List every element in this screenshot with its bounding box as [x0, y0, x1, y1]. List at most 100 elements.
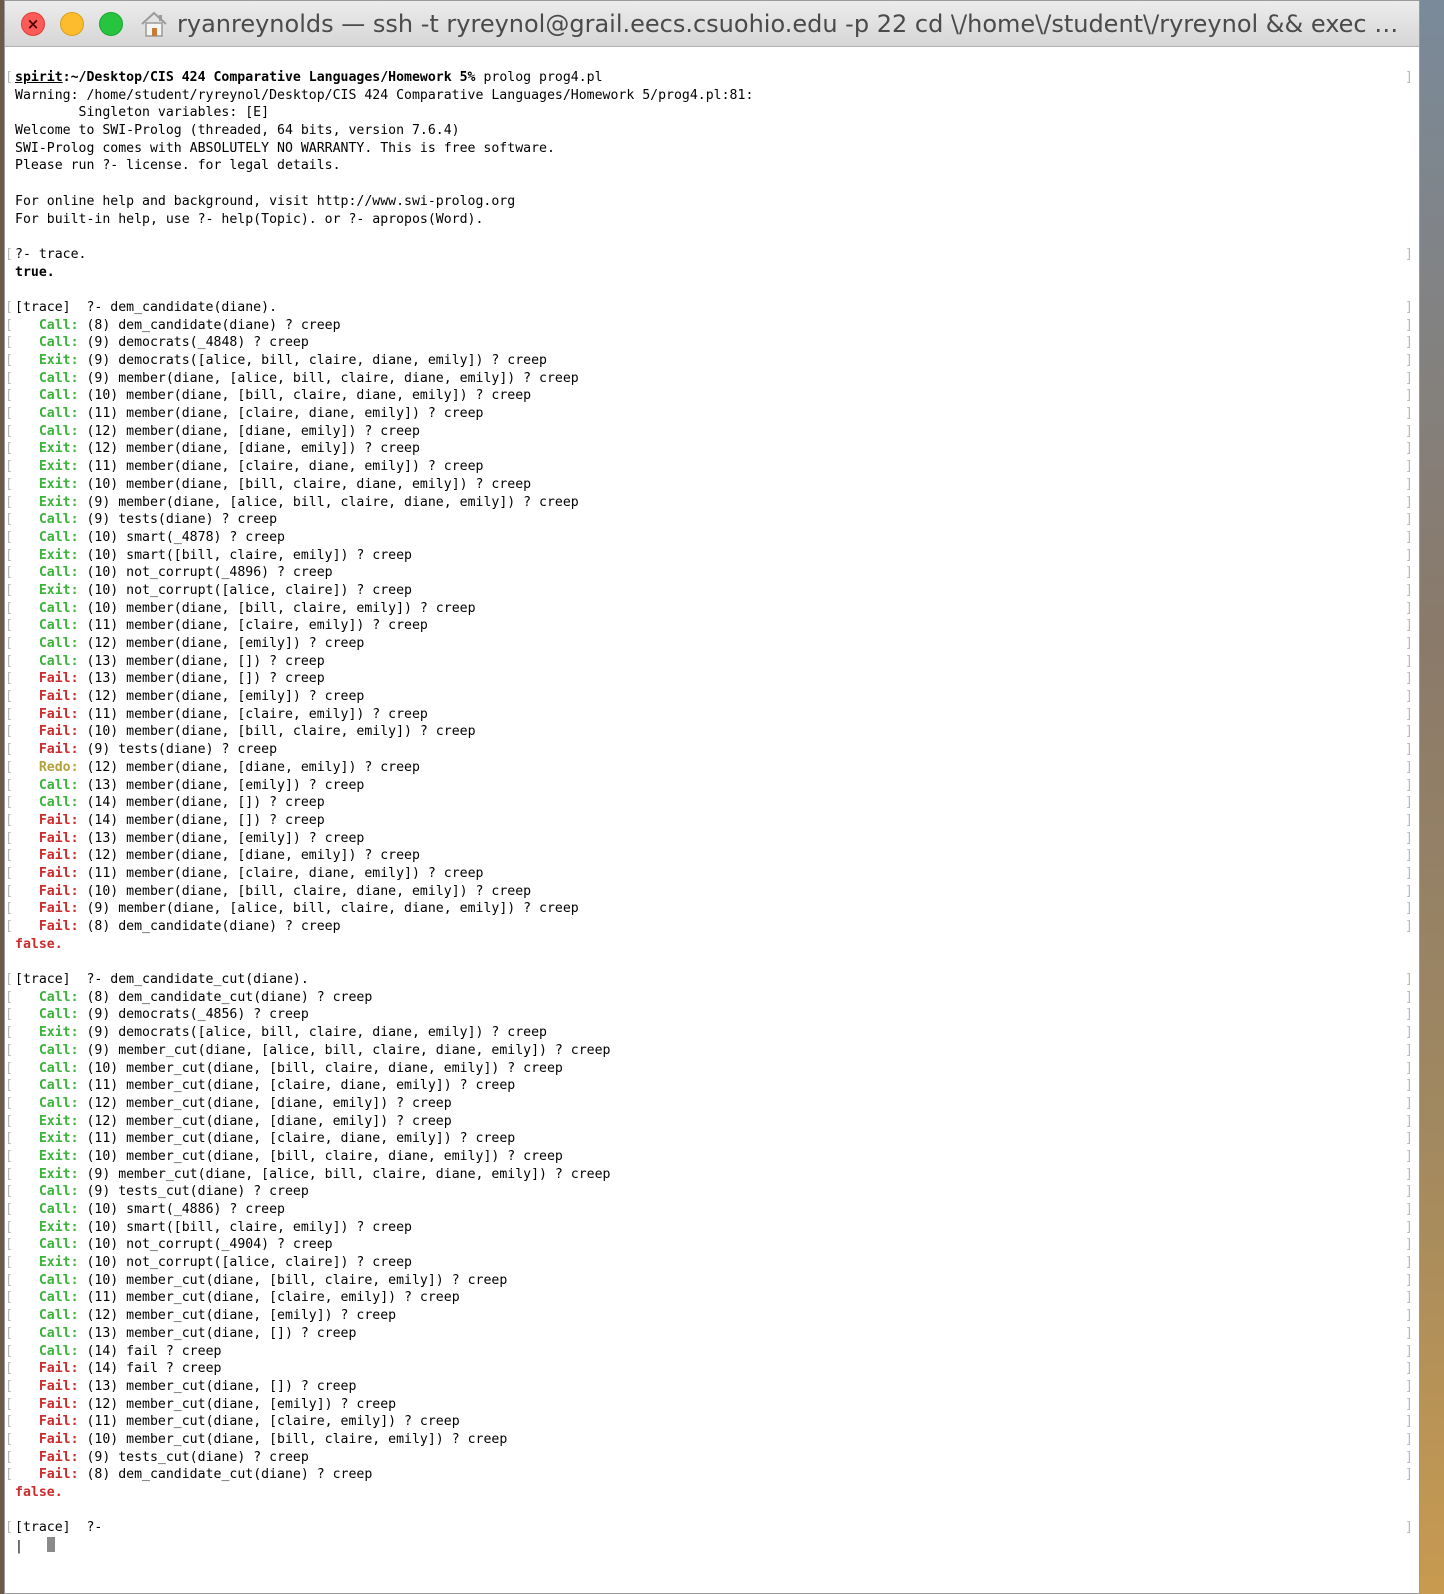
trace-port-call: Call:: [38, 1078, 79, 1094]
line-content: Fail: (12) member(diane, [emily]) ? cree…: [15, 688, 365, 706]
trace-goal: (10) not_corrupt(_4896) ? creep: [78, 565, 333, 581]
trace-port-exit: Exit:: [38, 1219, 79, 1235]
line-marker-left: [: [5, 1131, 13, 1147]
trace-goal: (10) smart(_4878) ? creep: [78, 529, 285, 545]
trace-port-fail: Fail:: [38, 1361, 79, 1377]
trace-port-call: Call:: [38, 653, 79, 669]
trace-goal: (13) member_cut(diane, []) ? creep: [78, 1378, 357, 1394]
line-marker-right: ]: [1405, 1396, 1413, 1412]
trace-port-call: Call:: [38, 1237, 79, 1253]
trace-port-exit: Exit:: [38, 459, 79, 475]
title-bar[interactable]: × ryanreynolds — ssh -t ryreynol@grail.e…: [5, 1, 1419, 47]
terminal-line: [] Call: (10) member(diane, [bill, clair…: [5, 600, 1419, 618]
line-marker-left: [: [5, 901, 13, 917]
terminal-line: [] Fail: (14) fail ? creep: [5, 1360, 1419, 1378]
line-text: Warning: /home/student/ryreynol/Desktop/…: [15, 87, 754, 103]
terminal-line: [] Call: (9) democrats(_4848) ? creep: [5, 334, 1419, 352]
trace-goal: (9) tests_cut(diane) ? creep: [78, 1184, 309, 1200]
trace-goal: (10) member_cut(diane, [bill, claire, di…: [78, 1060, 563, 1076]
line-content: Please run ?- license. for legal details…: [15, 157, 341, 175]
line-content: For built-in help, use ?- help(Topic). o…: [15, 211, 483, 229]
trace-port-call: Call:: [38, 1095, 79, 1111]
line-marker-right: ]: [1405, 1449, 1413, 1465]
line-marker-right: ]: [1405, 1325, 1413, 1341]
terminal-line: [] Call: (9) tests_cut(diane) ? creep: [5, 1183, 1419, 1201]
terminal-line: [] Call: (14) member(diane, []) ? creep: [5, 794, 1419, 812]
terminal-line: [] Call: (9) democrats(_4856) ? creep: [5, 1006, 1419, 1024]
line-marker-right: ]: [1405, 600, 1413, 616]
trace-port-exit: Exit:: [38, 582, 79, 598]
line-marker-right: ]: [1405, 529, 1413, 545]
terminal-line: [] Exit: (10) smart([bill, claire, emily…: [5, 547, 1419, 565]
line-marker-left: [: [5, 795, 13, 811]
terminal-line: [] Fail: (11) member(diane, [claire, dia…: [5, 865, 1419, 883]
line-content: Singleton variables: [E]: [15, 104, 270, 122]
line-marker-left: [: [5, 1202, 13, 1217]
zoom-button[interactable]: [99, 12, 123, 36]
terminal-line: [] Exit: (10) not_corrupt([alice, claire…: [5, 1254, 1419, 1272]
line-marker-right: ]: [1405, 671, 1413, 687]
terminal-line: false.: [5, 936, 1419, 954]
terminal-line: [] Call: (11) member(diane, [claire, dia…: [5, 405, 1419, 423]
line-content: [trace] ?-: [15, 1519, 102, 1537]
line-marker-left: [: [5, 724, 13, 740]
line-content: Call: (9) member_cut(diane, [alice, bill…: [15, 1042, 611, 1060]
line-content: Exit: (10) not_corrupt([alice, claire]) …: [15, 582, 412, 600]
line-marker-right: ]: [1405, 582, 1413, 598]
line-content: Exit: (9) member(diane, [alice, bill, cl…: [15, 494, 579, 512]
line-content: Call: (11) member_cut(diane, [claire, di…: [15, 1077, 515, 1095]
line-marker-right: ]: [1405, 919, 1413, 934]
line-content: Fail: (8) dem_candidate_cut(diane) ? cre…: [15, 1466, 372, 1484]
terminal-line: [] Fail: (10) member(diane, [bill, clair…: [5, 723, 1419, 741]
trace-port-redo: Redo:: [38, 759, 79, 775]
line-marker-right: ]: [1405, 1007, 1413, 1023]
trace-port-call: Call:: [38, 636, 79, 651]
trace-goal: (10) not_corrupt(_4904) ? creep: [78, 1237, 333, 1253]
home-icon: [141, 11, 167, 37]
trace-goal: (13) member_cut(diane, []) ? creep: [78, 1325, 357, 1341]
line-marker-left: [: [5, 1520, 13, 1536]
line-marker-left: [: [5, 1060, 13, 1076]
terminal-line: [] Call: (10) not_corrupt(_4896) ? creep: [5, 564, 1419, 582]
line-content: Call: (10) member(diane, [bill, claire, …: [15, 600, 476, 618]
result-false: false.: [15, 936, 63, 952]
minimize-button[interactable]: [60, 12, 84, 36]
line-marker-right: ]: [1405, 724, 1413, 740]
line-marker-right: ]: [1405, 1148, 1413, 1164]
line-content: Fail: (12) member_cut(diane, [emily]) ? …: [15, 1396, 396, 1414]
line-content: Call: (9) democrats(_4856) ? creep: [15, 1006, 309, 1024]
line-marker-right: ]: [1405, 989, 1413, 1005]
line-marker-left: [: [5, 335, 13, 351]
line-content: Call: (10) member_cut(diane, [bill, clai…: [15, 1060, 563, 1078]
line-content: [trace] ?- dem_candidate(diane).: [15, 299, 277, 317]
terminal-line: [] Exit: (10) member(diane, [bill, clair…: [5, 476, 1419, 494]
close-button[interactable]: ×: [21, 12, 45, 36]
trace-port-call: Call:: [38, 1202, 79, 1217]
trace-goal: (10) smart([bill, claire, emily]) ? cree…: [78, 547, 412, 563]
line-content: true.: [15, 264, 55, 282]
terminal-window: × ryanreynolds — ssh -t ryreynol@grail.e…: [4, 0, 1420, 1594]
trace-goal: (11) member(diane, [claire, diane, emily…: [78, 459, 484, 475]
line-marker-right: ]: [1405, 795, 1413, 811]
line-marker-left: [: [5, 353, 13, 368]
trace-goal: (13) member(diane, [emily]) ? creep: [78, 830, 365, 846]
line-content: Fail: (9) tests_cut(diane) ? creep: [15, 1449, 309, 1467]
line-marker-right: ]: [1405, 1078, 1413, 1094]
terminal-line: [] Exit: (12) member(diane, [diane, emil…: [5, 440, 1419, 458]
line-content: Exit: (10) smart([bill, claire, emily]) …: [15, 1219, 412, 1237]
trace-port-exit: Exit:: [38, 1025, 79, 1041]
line-content: Exit: (10) member(diane, [bill, claire, …: [15, 476, 531, 494]
trace-goal: (10) member_cut(diane, [bill, claire, em…: [78, 1272, 508, 1288]
result-false: false.: [15, 1485, 63, 1500]
trace-goal: (9) member(diane, [alice, bill, claire, …: [78, 370, 579, 386]
line-marker-right: ]: [1405, 1219, 1413, 1235]
line-marker-left: [: [5, 370, 13, 386]
terminal-output[interactable]: [] spirit:~/Desktop/CIS 424 Comparative L…: [5, 47, 1419, 1593]
line-content: Call: (9) democrats(_4848) ? creep: [15, 334, 309, 352]
line-content: Call: (12) member(diane, [emily]) ? cree…: [15, 635, 365, 653]
line-marker-right: ]: [1405, 653, 1413, 669]
line-marker-right: ]: [1405, 317, 1413, 333]
line-marker-right: ]: [1405, 353, 1413, 368]
line-content: Fail: (9) member(diane, [alice, bill, cl…: [15, 900, 579, 918]
